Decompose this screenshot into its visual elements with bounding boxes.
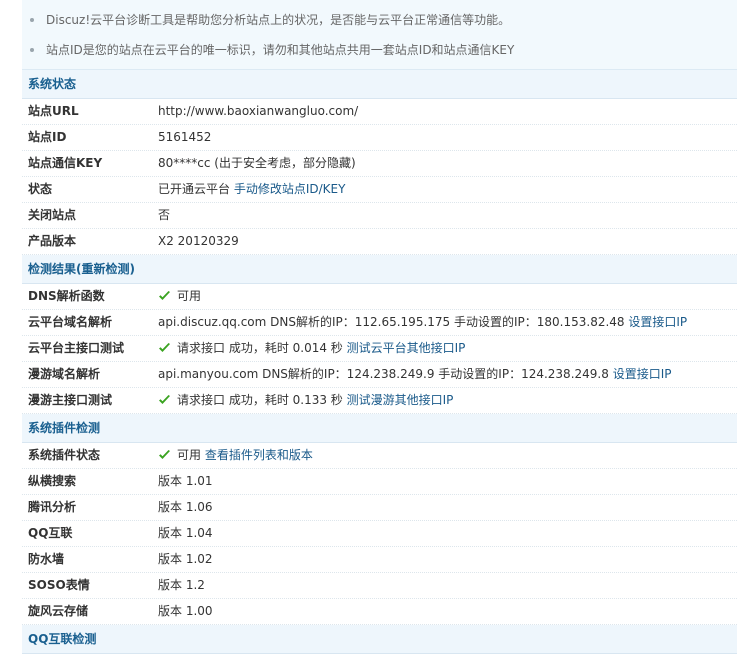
- row-value-text: 版本 1.01: [158, 474, 213, 488]
- section-plugin-check: 系统插件检测: [22, 414, 737, 443]
- row-action-link[interactable]: 测试漫游其他接口IP: [347, 393, 454, 407]
- row-value: 否: [158, 203, 170, 228]
- info-row: 状态 已开通云平台 手动修改站点ID/KEY: [22, 177, 737, 203]
- check-icon: [159, 342, 170, 352]
- row-value: 版本 1.00: [158, 599, 213, 624]
- redetect-link[interactable]: 重新检测: [82, 262, 130, 276]
- row-value-text: 80****cc (出于安全考虑，部分隐藏): [158, 156, 356, 170]
- row-value: 版本 1.06: [158, 495, 213, 520]
- check-icon: [159, 290, 170, 300]
- section-system-status: 系统状态: [22, 70, 737, 99]
- check-icon: [159, 449, 170, 459]
- info-row: DNS解析函数 可用: [22, 284, 737, 310]
- info-row: 站点ID 5161452: [22, 125, 737, 151]
- row-label: 纵横搜索: [28, 474, 77, 488]
- row-label: QQ互联: [28, 526, 73, 540]
- row-value-text: 已开通云平台: [158, 182, 231, 196]
- section-title-prefix: 检测结果(: [28, 262, 82, 276]
- row-label: 云平台主接口测试: [28, 341, 125, 355]
- row-label: 站点通信KEY: [28, 156, 103, 170]
- info-row: 系统插件状态 可用 查看插件列表和版本: [22, 443, 737, 469]
- row-value-text: 可用: [177, 289, 202, 303]
- bullet-icon: [30, 47, 34, 52]
- info-row: 云平台主接口测试 请求接口 成功，耗时 0.014 秒 测试云平台其他接口IP: [22, 336, 737, 362]
- info-row: 漫游域名解析 api.manyou.com DNS解析的IP：124.238.24…: [22, 362, 737, 388]
- row-action-link[interactable]: 手动修改站点ID/KEY: [234, 182, 346, 196]
- info-row: 防水墙 版本 1.02: [22, 547, 737, 573]
- tip-item: Discuz!云平台诊断工具是帮助您分析站点上的状况，是否能与云平台正常通信等功…: [30, 10, 510, 30]
- row-value-text: 5161452: [158, 130, 212, 144]
- section-qq-connect-check: QQ互联检测: [22, 625, 737, 654]
- info-row: 纵横搜索 版本 1.01: [22, 469, 737, 495]
- info-row: 关闭站点 否: [22, 203, 737, 229]
- row-value-text: X2 20120329: [158, 234, 239, 248]
- row-value: 已开通云平台 手动修改站点ID/KEY: [158, 177, 345, 202]
- row-label: 状态: [28, 182, 53, 196]
- row-value: api.discuz.qq.com DNS解析的IP：112.65.195.17…: [158, 310, 687, 335]
- row-value: 版本 1.2: [158, 573, 205, 598]
- row-value: http://www.baoxianwangluo.com/: [158, 99, 358, 124]
- info-row: 站点URL http://www.baoxianwangluo.com/: [22, 99, 737, 125]
- info-row: SOSO表情 版本 1.2: [22, 573, 737, 599]
- info-row: 站点通信KEY 80****cc (出于安全考虑，部分隐藏): [22, 151, 737, 177]
- tip-text: Discuz!云平台诊断工具是帮助您分析站点上的状况，是否能与云平台正常通信等功…: [46, 13, 511, 27]
- row-label: 漫游主接口测试: [28, 393, 113, 407]
- row-label: 防水墙: [28, 552, 65, 566]
- row-value: 请求接口 成功，耗时 0.014 秒 测试云平台其他接口IP: [158, 336, 465, 361]
- row-value: X2 20120329: [158, 229, 239, 254]
- row-label: 站点URL: [28, 104, 79, 118]
- row-value-text: 版本 1.02: [158, 552, 213, 566]
- row-value-text: api.manyou.com DNS解析的IP：124.238.249.9 手动…: [158, 367, 609, 381]
- info-row: QQ互联 版本 1.04: [22, 521, 737, 547]
- row-label: 产品版本: [28, 234, 77, 248]
- row-value: 版本 1.01: [158, 469, 213, 494]
- tips-box: Discuz!云平台诊断工具是帮助您分析站点上的状况，是否能与云平台正常通信等功…: [22, 0, 737, 70]
- row-value-text: 请求接口 成功，耗时 0.133 秒: [177, 393, 343, 407]
- row-action-link[interactable]: 测试云平台其他接口IP: [347, 341, 466, 355]
- row-value-text: 否: [158, 208, 171, 222]
- row-value-text: 版本 1.2: [158, 578, 205, 592]
- info-row: 腾讯分析 版本 1.06: [22, 495, 737, 521]
- row-value-text: http://www.baoxianwangluo.com/: [158, 104, 359, 118]
- row-value-text: api.discuz.qq.com DNS解析的IP：112.65.195.17…: [158, 315, 625, 329]
- row-value-text: 版本 1.00: [158, 604, 213, 618]
- check-icon: [159, 394, 170, 404]
- info-row: 旋风云存储 版本 1.00: [22, 599, 737, 625]
- row-value: 可用: [158, 284, 201, 309]
- bullet-icon: [30, 17, 34, 22]
- row-label: 关闭站点: [28, 208, 77, 222]
- row-label: DNS解析函数: [28, 289, 105, 303]
- row-value: 请求接口 成功，耗时 0.133 秒 测试漫游其他接口IP: [158, 388, 453, 413]
- row-value-text: 版本 1.04: [158, 526, 213, 540]
- row-value-text: 请求接口 成功，耗时 0.014 秒: [177, 341, 343, 355]
- row-value: 5161452: [158, 125, 211, 150]
- row-action-link[interactable]: 设置接口IP: [613, 367, 672, 381]
- row-label: 旋风云存储: [28, 604, 89, 618]
- row-label: 漫游域名解析: [28, 367, 101, 381]
- row-value: 版本 1.04: [158, 521, 213, 546]
- row-label: 腾讯分析: [28, 500, 77, 514]
- row-value: api.manyou.com DNS解析的IP：124.238.249.9 手动…: [158, 362, 671, 387]
- info-row: 云平台域名解析 api.discuz.qq.com DNS解析的IP：112.65…: [22, 310, 737, 336]
- row-value-text: 版本 1.06: [158, 500, 213, 514]
- section-detect-results: 检测结果(重新检测): [22, 255, 737, 284]
- row-value: 80****cc (出于安全考虑，部分隐藏): [158, 151, 356, 176]
- info-row: 产品版本 X2 20120329: [22, 229, 737, 255]
- row-label: 站点ID: [28, 130, 67, 144]
- row-label: SOSO表情: [28, 578, 90, 592]
- row-value: 版本 1.02: [158, 547, 213, 572]
- row-action-link[interactable]: 查看插件列表和版本: [205, 448, 313, 462]
- row-action-link[interactable]: 设置接口IP: [628, 315, 687, 329]
- row-value-text: 可用: [177, 448, 202, 462]
- section-title-suffix: ): [129, 262, 135, 276]
- row-label: 系统插件状态: [28, 448, 101, 462]
- row-label: 云平台域名解析: [28, 315, 113, 329]
- info-row: 漫游主接口测试 请求接口 成功，耗时 0.133 秒 测试漫游其他接口IP: [22, 388, 737, 414]
- row-value: 可用 查看插件列表和版本: [158, 443, 313, 468]
- tip-item: 站点ID是您的站点在云平台的唯一标识，请勿和其他站点共用一套站点ID和站点通信K…: [30, 40, 514, 60]
- tip-text: 站点ID是您的站点在云平台的唯一标识，请勿和其他站点共用一套站点ID和站点通信K…: [46, 43, 515, 57]
